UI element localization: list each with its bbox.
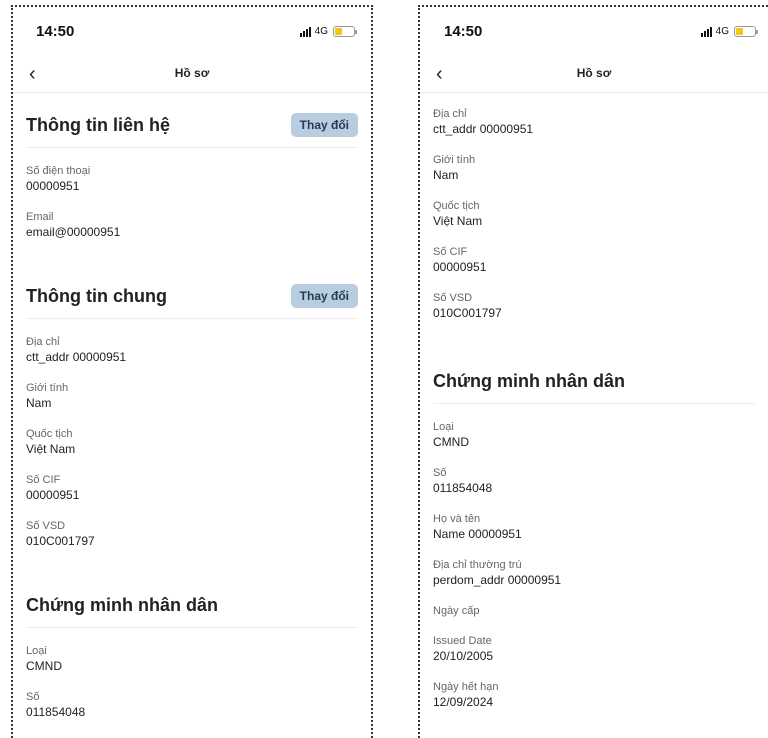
nav-bar: ‹ Hồ sơ <box>13 57 371 93</box>
section-title: Thông tin liên hệ <box>26 114 170 135</box>
contact-info-section: Thông tin liên hệ Thay đổi Số điện thoại… <box>13 103 371 240</box>
field-id-number: Số 011854048 <box>26 690 358 720</box>
field-value: 20/10/2005 <box>433 649 494 663</box>
field-value: perdom_addr 00000951 <box>433 573 562 587</box>
field-vsd: Số VSD 010C001797 <box>26 519 358 549</box>
field-cif: Số CIF 00000951 <box>26 473 358 503</box>
battery-icon <box>333 26 357 37</box>
field-label: Issued Date <box>433 635 492 647</box>
field-nationality: Quốc tịch Việt Nam <box>26 427 358 457</box>
field-label: Loại <box>26 645 47 657</box>
field-label: Giới tính <box>26 382 69 394</box>
status-indicators: 4G <box>700 26 758 37</box>
field-gender: Giới tính Nam <box>433 153 755 183</box>
field-value: 010C001797 <box>433 306 502 320</box>
field-label: Số <box>26 691 40 703</box>
field-value: CMND <box>433 435 469 449</box>
profile-content: Địa chỉ ctt_addr 00000951 Giới tính Nam … <box>420 93 768 710</box>
field-label: Địa chỉ <box>26 336 60 348</box>
field-gender: Giới tính Nam <box>26 381 358 411</box>
section-header: Chứng minh nhân dân <box>433 359 755 404</box>
field-vsd: Số VSD 010C001797 <box>433 291 755 321</box>
field-label: Số <box>433 467 447 479</box>
field-permanent-address: Địa chỉ thường trú perdom_addr 00000951 <box>433 558 755 588</box>
field-label: Ngày cấp <box>433 605 480 617</box>
field-label: Giới tính <box>433 154 476 166</box>
field-label: Quốc tịch <box>433 200 480 212</box>
id-card-section: Chứng minh nhân dân Loại CMND Số 0118540… <box>13 583 371 720</box>
edit-contact-button[interactable]: Thay đổi <box>290 113 358 137</box>
signal-icon <box>299 26 311 37</box>
field-value: CMND <box>26 659 62 673</box>
profile-screen-right: 14:50 4G ‹ Hồ sơ Địa chỉ ctt_addr 000009… <box>418 5 768 738</box>
page-title: Hồ sơ <box>174 66 210 80</box>
profile-screen-left: 14:50 4G ‹ Hồ sơ Thông tin liên hệ Thay … <box>11 5 373 738</box>
field-value: Nam <box>26 396 52 410</box>
signal-icon <box>700 26 712 37</box>
field-value: 011854048 <box>433 481 493 495</box>
network-type: 4G <box>715 26 729 37</box>
id-card-section: Chứng minh nhân dân Loại CMND Số 0118540… <box>420 359 768 710</box>
field-address: Địa chỉ ctt_addr 00000951 <box>433 107 755 137</box>
status-time: 14:50 <box>444 23 483 40</box>
field-label: Số CIF <box>26 474 61 486</box>
field-label: Địa chỉ thường trú <box>433 559 522 571</box>
page-title: Hồ sơ <box>576 66 612 80</box>
field-nationality: Quốc tịch Việt Nam <box>433 199 755 229</box>
general-info-section: Thông tin chung Thay đổi Địa chỉ ctt_add… <box>13 274 371 549</box>
section-header: Chứng minh nhân dân <box>26 583 358 628</box>
status-indicators: 4G <box>299 26 357 37</box>
nav-bar: ‹ Hồ sơ <box>420 57 768 93</box>
field-label: Số VSD <box>26 520 66 532</box>
field-value: email@00000951 <box>26 225 121 239</box>
field-label: Loại <box>433 421 454 433</box>
field-label: Số VSD <box>433 292 473 304</box>
field-cif: Số CIF 00000951 <box>433 245 755 275</box>
field-id-number: Số 011854048 <box>433 466 755 496</box>
field-issue-date-label: Ngày cấp <box>433 604 755 618</box>
field-value: Name 00000951 <box>433 527 522 541</box>
field-value: 00000951 <box>26 179 80 193</box>
network-type: 4G <box>314 26 328 37</box>
field-label: Họ và tên <box>433 513 481 525</box>
field-address: Địa chỉ ctt_addr 00000951 <box>26 335 358 365</box>
field-value: Việt Nam <box>26 442 76 456</box>
section-header: Thông tin chung Thay đổi <box>26 274 358 319</box>
field-label: Email <box>26 211 54 223</box>
field-label: Số CIF <box>433 246 468 258</box>
field-full-name: Họ và tên Name 00000951 <box>433 512 755 542</box>
field-value: Nam <box>433 168 459 182</box>
status-time: 14:50 <box>36 23 75 40</box>
battery-icon <box>734 26 758 37</box>
general-info-section: Địa chỉ ctt_addr 00000951 Giới tính Nam … <box>420 107 768 321</box>
section-title: Chứng minh nhân dân <box>433 370 626 391</box>
field-id-type: Loại CMND <box>433 420 755 450</box>
field-label: Ngày hết hạn <box>433 681 499 693</box>
section-header: Thông tin liên hệ Thay đổi <box>26 103 358 148</box>
field-label: Quốc tịch <box>26 428 73 440</box>
field-email: Email email@00000951 <box>26 210 358 240</box>
status-bar: 14:50 4G <box>13 7 371 57</box>
field-id-type: Loại CMND <box>26 644 358 674</box>
field-value: 12/09/2024 <box>433 695 494 709</box>
profile-content: Thông tin liên hệ Thay đổi Số điện thoại… <box>13 93 371 720</box>
section-title: Chứng minh nhân dân <box>26 594 219 615</box>
field-label: Số điện thoại <box>26 165 91 177</box>
field-value: 010C001797 <box>26 534 95 548</box>
field-issued-date: Issued Date 20/10/2005 <box>433 634 755 664</box>
field-value: Việt Nam <box>433 214 483 228</box>
field-value: 011854048 <box>26 705 86 719</box>
edit-general-button[interactable]: Thay đổi <box>290 284 358 308</box>
field-value: 00000951 <box>26 488 80 502</box>
field-value: 00000951 <box>433 260 487 274</box>
section-title: Thông tin chung <box>26 285 167 306</box>
field-value: ctt_addr 00000951 <box>433 122 534 136</box>
field-label: Địa chỉ <box>433 108 467 120</box>
field-phone: Số điện thoại 00000951 <box>26 164 358 194</box>
field-expiry-date: Ngày hết hạn 12/09/2024 <box>433 680 755 710</box>
field-value: ctt_addr 00000951 <box>26 350 127 364</box>
status-bar: 14:50 4G <box>420 7 768 57</box>
